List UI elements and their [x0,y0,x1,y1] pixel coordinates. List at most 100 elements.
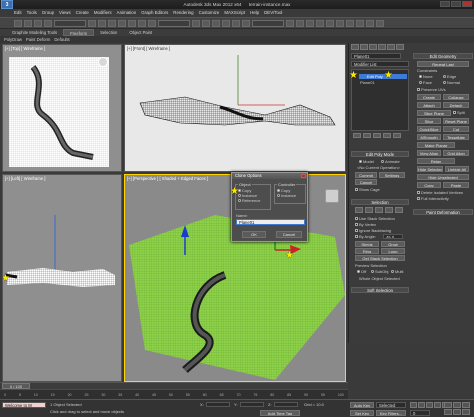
by-angle-checkbox[interactable]: By Angle: [355,234,376,239]
rollout-edit-poly-mode[interactable]: Edit Poly Mode [351,151,409,157]
maximize-icon[interactable] [451,1,461,7]
rollout-paint-deformation[interactable]: Paint Deformation [413,209,473,215]
copy-button[interactable]: Copy [417,182,441,188]
radio-off[interactable]: Off [357,269,366,274]
settings-button[interactable]: Settings [379,172,405,178]
motion-tab-icon[interactable] [378,44,386,50]
menu-graph-editors[interactable]: Graph Editors [141,9,168,17]
border-mode-icon[interactable] [375,207,383,213]
graphite-toggle-icon[interactable] [316,20,324,27]
time-slider[interactable]: 0 / 100 [0,382,348,389]
link-icon[interactable] [34,20,42,27]
menu-help[interactable]: Help [250,9,259,17]
viewcube-icon[interactable] [98,57,108,67]
play-icon[interactable] [426,402,433,408]
app-logo-button[interactable]: 3 [1,0,13,9]
commit-button[interactable]: Commit [355,172,377,178]
paint-deform-button[interactable]: Paint Deform [26,36,50,43]
tab-object-paint[interactable]: Object Paint [123,29,158,36]
hide-unselected-button[interactable]: Hide Unselected [417,174,469,180]
use-stack-checkbox[interactable]: Use Stack Selection [355,216,395,221]
view-align-button[interactable]: View Align [417,150,441,156]
select-object-icon[interactable] [88,20,96,27]
polygon-mode-icon[interactable] [385,207,393,213]
dialog-cancel-button[interactable]: Cancel [276,231,302,238]
menu-animation[interactable]: Animation [117,9,137,17]
maximize-viewport-icon[interactable] [462,409,470,415]
rollout-soft-selection[interactable]: Soft Selection [351,287,409,293]
create-tab-icon[interactable] [351,44,359,50]
polydraw-button[interactable]: PolyDraw [4,36,22,43]
named-selection-dropdown[interactable] [252,20,284,27]
y-coordinate-field[interactable] [240,402,264,407]
menu-modifiers[interactable]: Modifiers [94,9,112,17]
menu-views[interactable]: Views [59,9,71,17]
detach-button[interactable]: Detach [443,102,469,108]
next-frame-icon[interactable] [434,402,441,408]
redo-icon[interactable] [24,20,32,27]
repeat-last-button[interactable]: Repeat Last [417,61,469,67]
grow-button[interactable]: Grow [381,241,405,247]
hierarchy-tab-icon[interactable] [369,44,377,50]
move-icon[interactable] [128,20,136,27]
close-icon[interactable] [462,1,472,7]
add-time-tag-button[interactable]: Add Time Tag [260,410,300,416]
unlink-icon[interactable] [44,20,52,27]
radio-model[interactable]: Model [359,159,374,164]
zoom-icon[interactable] [444,402,452,408]
angle-snap-icon[interactable] [222,20,230,27]
viewport-front[interactable]: [+] [Front] [ Wireframe ] [124,44,346,172]
menu-devtool[interactable]: DEV/Tool [264,9,282,17]
goto-start-icon[interactable] [410,402,417,408]
radio-face[interactable]: Face [419,80,432,85]
clone-name-input[interactable]: Plane01 [236,219,305,225]
tab-selection[interactable]: Selection [94,29,123,36]
current-frame-field[interactable]: 0 [410,410,430,416]
align-icon[interactable] [296,20,304,27]
zoom-extents-icon[interactable] [462,402,470,408]
hide-selected-button[interactable]: Hide Selected [417,166,443,172]
undo-icon[interactable] [14,20,22,27]
ignore-backfacing-checkbox[interactable]: Ignore Backfacing [355,228,391,233]
manipulate-icon[interactable] [202,20,210,27]
snap-toggle-icon[interactable] [212,20,220,27]
loop-button[interactable]: Loop [381,248,405,254]
viewport-top[interactable]: [+] [Top] [ Wireframe ] [2,44,122,172]
spinner-snap-icon[interactable] [242,20,250,27]
ribbon-title[interactable]: Graphite Modeling Tools [6,29,63,36]
edge-mode-icon[interactable] [365,207,373,213]
select-by-name-icon[interactable] [98,20,106,27]
delete-isolated-checkbox[interactable]: Delete Isolated Vertices [417,190,463,195]
mirror-icon[interactable] [286,20,294,27]
make-unique-icon[interactable] [373,133,381,138]
menu-create[interactable]: Create [76,9,89,17]
x-coordinate-field[interactable] [206,402,230,407]
cancel-op-button[interactable]: Cancel [355,179,377,185]
modifier-list-dropdown[interactable]: Modifier List [351,61,409,67]
layer-manager-icon[interactable] [306,20,314,27]
schematic-view-icon[interactable] [336,20,344,27]
menu-customize[interactable]: Customize [199,9,220,17]
menu-tools[interactable]: Tools [27,9,37,17]
key-filters-button[interactable]: Key Filters... [376,410,406,416]
material-editor-icon[interactable] [346,20,354,27]
viewport-left[interactable]: [+] [Left] [ Wireframe ] ★ [2,174,122,382]
maxscript-listener[interactable]: Welcome to M [2,402,46,408]
radio-none[interactable]: None [419,74,433,79]
dialog-close-icon[interactable] [301,174,306,178]
reset-plane-button[interactable]: Reset Plane [443,118,469,124]
modify-tab-icon[interactable] [360,44,368,50]
quickslice-button[interactable]: QuickSlice [417,126,441,132]
pivot-center-icon[interactable] [192,20,200,27]
field-of-view-icon[interactable] [444,409,452,415]
radio-animate[interactable]: Animate [381,159,400,164]
ring-button[interactable]: Ring [355,248,379,254]
z-coordinate-field[interactable] [274,402,298,407]
dialog-title[interactable]: Clone Options [232,173,307,179]
attach-button[interactable]: Attach [417,102,441,108]
rollout-edit-geometry[interactable]: Edit Geometry [413,53,473,59]
menu-group[interactable]: Group [42,9,54,17]
relax-button[interactable]: Relax [417,158,455,164]
curve-editor-icon[interactable] [326,20,334,27]
angle-spinner[interactable]: 45.0 [383,234,403,239]
